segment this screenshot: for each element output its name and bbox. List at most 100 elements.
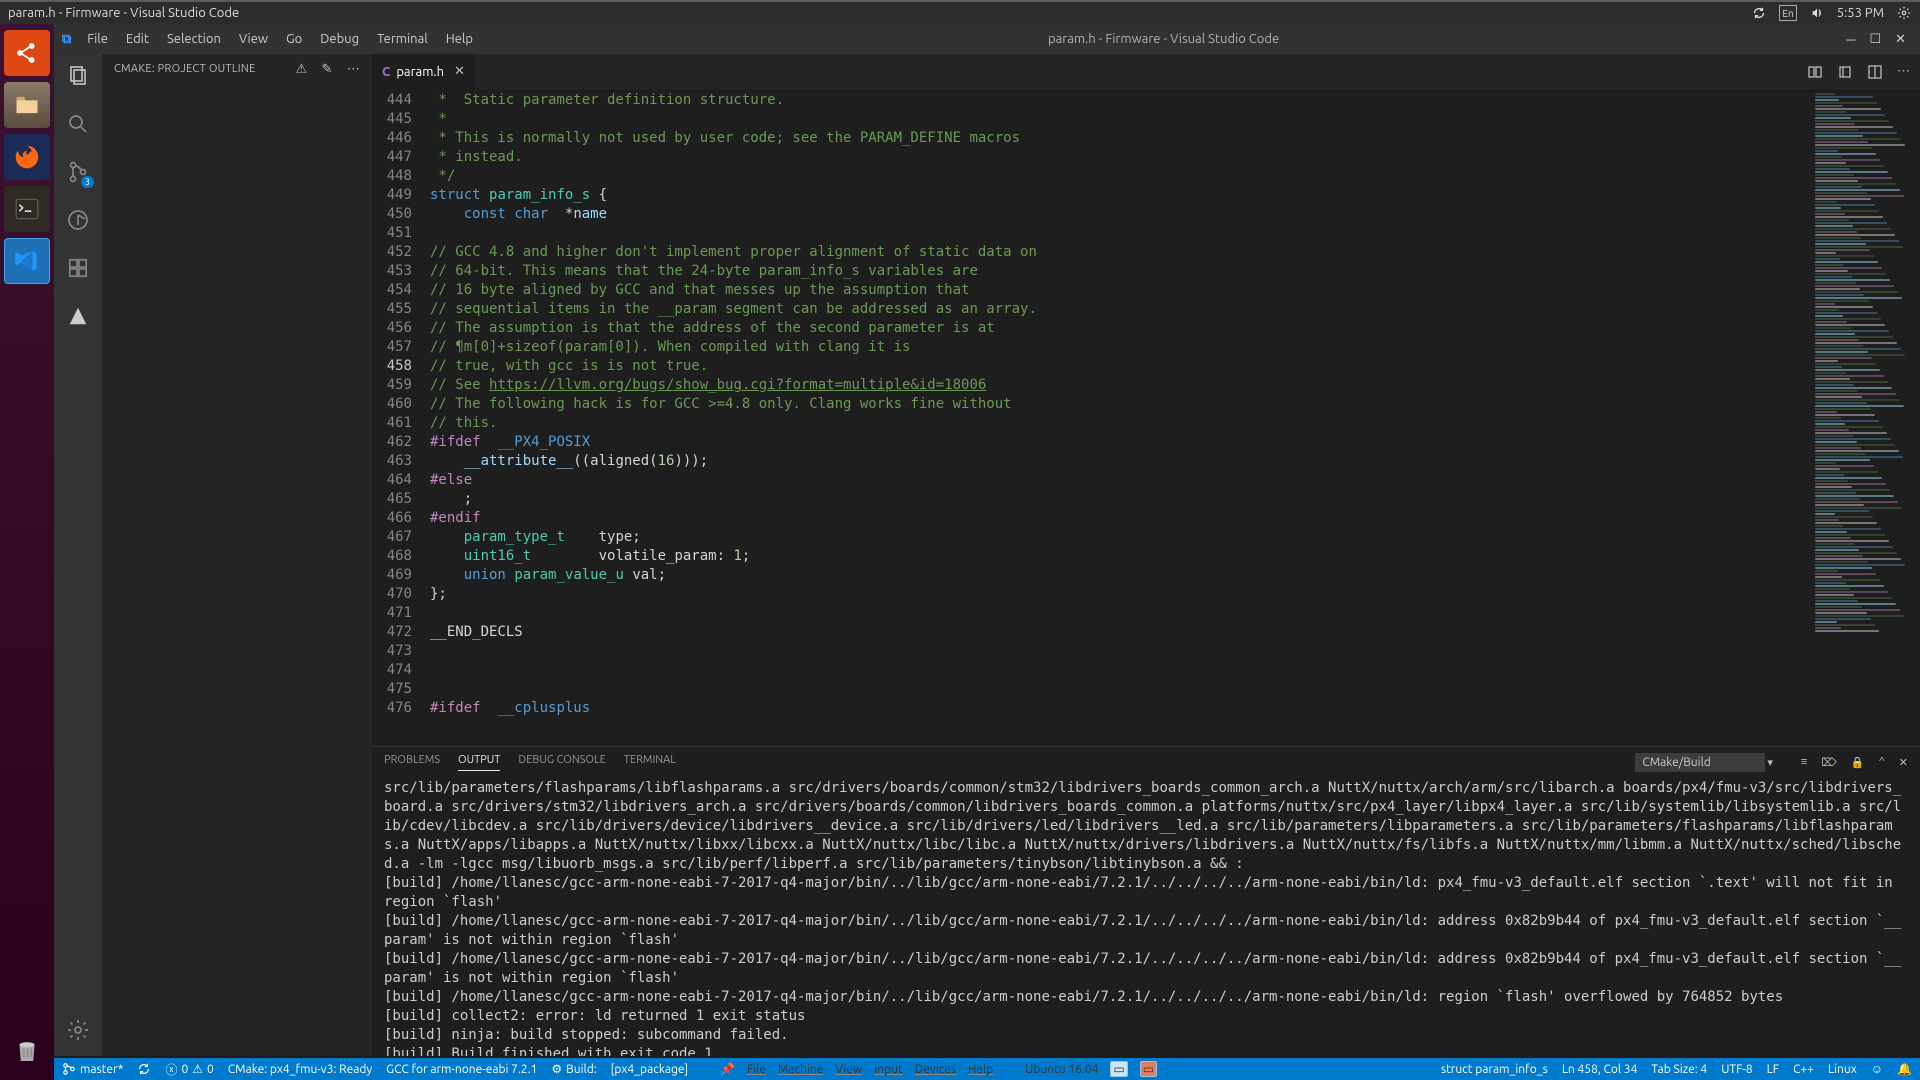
launcher-files[interactable]	[4, 82, 50, 128]
sb-branch[interactable]: master*	[62, 1062, 123, 1076]
output-content[interactable]: src/lib/parameters/flashparams/libflashp…	[372, 777, 1920, 1056]
split-editor-icon[interactable]	[1867, 64, 1883, 80]
editor-actions: ⋯	[1807, 54, 1920, 89]
sidebar-title: CMAKE: PROJECT OUTLINE	[114, 63, 296, 75]
code-content[interactable]: * Static parameter definition structure.…	[430, 89, 1810, 746]
launcher-dash[interactable]	[4, 30, 50, 76]
minimap[interactable]	[1810, 89, 1920, 746]
vm-menu-file[interactable]: File	[747, 1063, 766, 1076]
system-tray: En 5:53 PM	[1751, 5, 1912, 21]
sidebar-action-more-icon[interactable]: ⋯	[347, 62, 360, 77]
filter-icon[interactable]: ≡	[1801, 756, 1807, 769]
language-indicator[interactable]: En	[1779, 5, 1796, 21]
menu-edit[interactable]: Edit	[118, 28, 157, 50]
vm-menu-machine[interactable]: Machine	[778, 1063, 823, 1076]
panel-tab-debug-console[interactable]: DEBUG CONSOLE	[518, 754, 605, 771]
panel-tabs: PROBLEMS OUTPUT DEBUG CONSOLE TERMINAL CMak…	[372, 747, 1920, 777]
sidebar: CMAKE: PROJECT OUTLINE ⚠ ✎ ⋯	[102, 54, 372, 1056]
sb-eol[interactable]: LF	[1767, 1063, 1779, 1076]
menubar: ⧉ FileEditSelectionViewGoDebugTerminalHe…	[54, 24, 1920, 54]
tab-close-icon[interactable]: ✕	[454, 64, 465, 79]
sb-context[interactable]: struct param_info_s	[1441, 1063, 1548, 1076]
vm-menu-input[interactable]: Input	[874, 1063, 903, 1076]
source-control-icon[interactable]	[64, 158, 92, 186]
volume-icon[interactable]	[1809, 5, 1825, 21]
sb-tabsize[interactable]: Tab Size: 4	[1651, 1063, 1707, 1076]
vscode-window: ⧉ FileEditSelectionViewGoDebugTerminalHe…	[54, 24, 1920, 1056]
editor-pane[interactable]: 4444454464474484494504514524534544554564…	[372, 89, 1920, 746]
sb-kit[interactable]: GCC for arm-none-eabi 7.2.1	[386, 1063, 537, 1076]
more-actions-icon[interactable]: ⋯	[1897, 64, 1910, 79]
activity-bar	[54, 54, 102, 1056]
vm-menu-view[interactable]: View	[835, 1063, 862, 1076]
debug-icon[interactable]	[64, 206, 92, 234]
menu-go[interactable]: Go	[278, 28, 310, 50]
editor-group: C param.h ✕ ⋯ 44444544644744844945045145…	[372, 54, 1920, 1056]
vm-menu-devices[interactable]: Devices	[915, 1063, 956, 1076]
sb-position[interactable]: Ln 458, Col 34	[1562, 1063, 1638, 1076]
vm-menu-help[interactable]: Help	[968, 1063, 993, 1076]
tab-bar: C param.h ✕ ⋯	[372, 54, 1920, 89]
sidebar-header: CMAKE: PROJECT OUTLINE ⚠ ✎ ⋯	[102, 54, 372, 84]
vm-pin-icon[interactable]: 📌	[720, 1062, 735, 1076]
sb-bell-icon[interactable]: 🔔	[1897, 1062, 1912, 1076]
sb-cmake-status[interactable]: CMake: px4_fmu-v3: Ready	[228, 1063, 372, 1076]
tab-param-h[interactable]: C param.h ✕	[372, 54, 476, 89]
menu-items: FileEditSelectionViewGoDebugTerminalHelp	[79, 28, 481, 50]
gear-icon[interactable]	[1896, 5, 1912, 21]
sb-language[interactable]: C++	[1793, 1063, 1814, 1076]
launcher-firefox[interactable]	[4, 134, 50, 180]
close-button[interactable]: ✕	[1895, 32, 1906, 47]
launcher-terminal[interactable]	[4, 186, 50, 232]
vm-os-label: Ubuntu 16.04	[1025, 1063, 1098, 1076]
bottom-panel: PROBLEMS OUTPUT DEBUG CONSOLE TERMINAL CMak…	[372, 746, 1920, 1056]
sb-feedback-icon[interactable]: ☺	[1871, 1062, 1883, 1076]
launcher-trash[interactable]	[4, 1028, 50, 1074]
maximize-button[interactable]: ☐	[1869, 32, 1881, 47]
minimize-button[interactable]: ─	[1846, 32, 1855, 47]
cmake-icon[interactable]	[64, 302, 92, 330]
clear-output-icon[interactable]: ⌦	[1821, 756, 1837, 769]
sb-target[interactable]: [px4_package]	[611, 1063, 688, 1076]
output-channel-select[interactable]: CMake/Build	[1635, 753, 1765, 772]
line-number-gutter: 4444454464474484494504514524534544554564…	[372, 89, 430, 746]
vm-mode-button-2[interactable]: ▭	[1140, 1061, 1157, 1077]
tab-label: param.h	[396, 65, 444, 79]
menu-file[interactable]: File	[79, 28, 116, 50]
window-title: param.h - Firmware - Visual Studio Code	[8, 6, 1751, 20]
menu-terminal[interactable]: Terminal	[369, 28, 436, 50]
panel-tab-terminal[interactable]: TERMINAL	[624, 754, 676, 771]
lock-scroll-icon[interactable]: 🔒	[1851, 756, 1865, 769]
compare-icon[interactable]	[1807, 64, 1823, 80]
maximize-panel-icon[interactable]: ^	[1879, 756, 1885, 769]
sidebar-action-locate-icon[interactable]: ⚠	[296, 62, 308, 77]
extensions-icon[interactable]	[64, 254, 92, 282]
os-top-bar: param.h - Firmware - Visual Studio Code …	[0, 0, 1920, 24]
clock[interactable]: 5:53 PM	[1837, 6, 1884, 20]
chevron-down-icon: ▾	[1767, 756, 1773, 769]
menu-debug[interactable]: Debug	[312, 28, 367, 50]
sync-icon[interactable]	[1751, 5, 1767, 21]
settings-gear-icon[interactable]	[64, 1016, 92, 1044]
menu-selection[interactable]: Selection	[159, 28, 229, 50]
vm-mode-button-1[interactable]: ▭	[1110, 1061, 1127, 1077]
sb-build[interactable]: ⚙ Build:	[551, 1062, 596, 1076]
menu-help[interactable]: Help	[438, 28, 481, 50]
vm-toolbar: 📌 File Machine View Input Devices Help Ubuntu…	[720, 1058, 1157, 1080]
sb-encoding[interactable]: UTF-8	[1721, 1063, 1752, 1076]
menu-view[interactable]: View	[231, 28, 276, 50]
panel-tab-output[interactable]: OUTPUT	[458, 754, 500, 771]
sb-os[interactable]: Linux	[1828, 1063, 1857, 1076]
c-file-icon: C	[382, 65, 390, 79]
panel-tab-problems[interactable]: PROBLEMS	[384, 754, 440, 771]
explorer-icon[interactable]	[64, 62, 92, 90]
sidebar-action-edit-icon[interactable]: ✎	[321, 62, 332, 77]
close-panel-icon[interactable]: ✕	[1899, 756, 1908, 769]
search-icon[interactable]	[64, 110, 92, 138]
launcher-vscode[interactable]	[4, 238, 50, 284]
sb-sync[interactable]	[137, 1062, 151, 1076]
unity-launcher	[0, 24, 54, 1080]
window-controls: ─ ☐ ✕	[1846, 32, 1912, 47]
open-changes-icon[interactable]	[1837, 64, 1853, 80]
sb-problems[interactable]: ⓧ 0 ⚠ 0	[165, 1061, 213, 1078]
